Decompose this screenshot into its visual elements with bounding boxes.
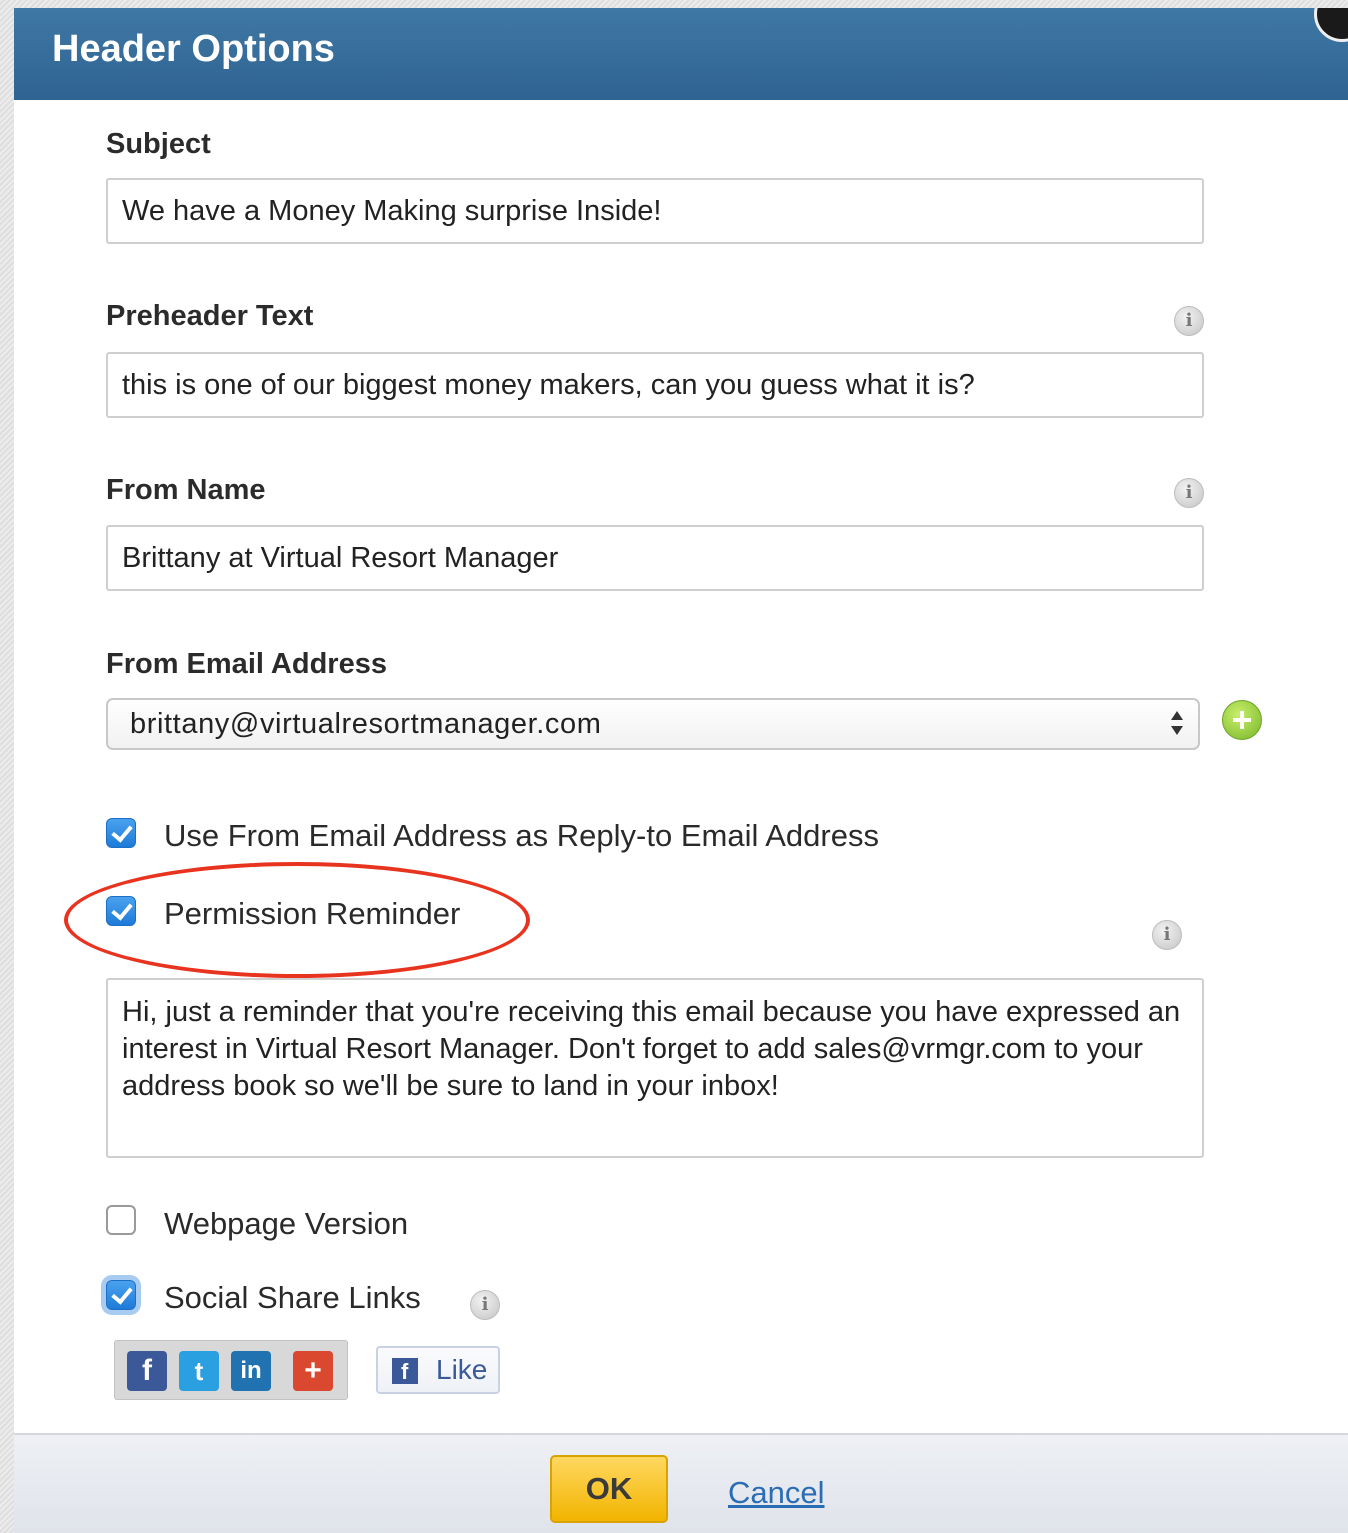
facebook-icon: f bbox=[127, 1351, 167, 1391]
webpage-version-label: Webpage Version bbox=[164, 1206, 409, 1241]
linkedin-icon: in bbox=[231, 1351, 271, 1391]
permission-info-icon[interactable]: i bbox=[1152, 920, 1182, 950]
twitter-icon: t bbox=[179, 1351, 219, 1391]
from-name-label: From Name bbox=[106, 474, 266, 506]
preheader-label: Preheader Text bbox=[106, 300, 314, 332]
ok-button[interactable]: OK bbox=[550, 1455, 668, 1523]
preheader-input[interactable]: this is one of our biggest money makers,… bbox=[106, 352, 1204, 418]
cancel-link[interactable]: Cancel bbox=[728, 1475, 825, 1511]
select-arrows-icon bbox=[1171, 711, 1183, 735]
google-plus-icon: + bbox=[293, 1351, 333, 1391]
dialog-footer: OK Cancel bbox=[14, 1433, 1348, 1533]
from-email-label: From Email Address bbox=[106, 648, 387, 680]
reply-to-checkbox[interactable] bbox=[106, 818, 136, 848]
like-label: Like bbox=[436, 1354, 488, 1385]
from-name-info-icon[interactable]: i bbox=[1174, 478, 1204, 508]
from-email-selected-value: brittany@virtualresortmanager.com bbox=[130, 708, 602, 740]
dialog-title: Header Options bbox=[52, 28, 335, 70]
from-email-select[interactable]: brittany@virtualresortmanager.com bbox=[106, 698, 1200, 750]
header-options-dialog: Header Options Subject We have a Money M… bbox=[14, 8, 1348, 1533]
social-share-checkbox[interactable] bbox=[106, 1280, 136, 1310]
subject-label: Subject bbox=[106, 128, 211, 160]
reply-to-label: Use From Email Address as Reply-to Email… bbox=[164, 818, 879, 853]
facebook-like-button: f Like bbox=[376, 1346, 500, 1394]
dialog-titlebar: Header Options bbox=[14, 8, 1348, 100]
from-name-input[interactable]: Brittany at Virtual Resort Manager bbox=[106, 525, 1204, 591]
preheader-info-icon[interactable]: i bbox=[1174, 306, 1204, 336]
webpage-version-checkbox[interactable] bbox=[106, 1205, 136, 1235]
social-share-label: Social Share Links bbox=[164, 1280, 421, 1315]
permission-reminder-label: Permission Reminder bbox=[164, 896, 461, 931]
permission-reminder-checkbox[interactable] bbox=[106, 896, 136, 926]
add-email-icon[interactable] bbox=[1222, 700, 1262, 740]
facebook-icon: f bbox=[392, 1358, 418, 1384]
permission-reminder-textarea[interactable]: Hi, just a reminder that you're receivin… bbox=[106, 978, 1204, 1158]
social-share-info-icon[interactable]: i bbox=[470, 1290, 500, 1320]
subject-input[interactable]: We have a Money Making surprise Inside! bbox=[106, 178, 1204, 244]
social-share-preview: f t in + bbox=[114, 1340, 348, 1400]
